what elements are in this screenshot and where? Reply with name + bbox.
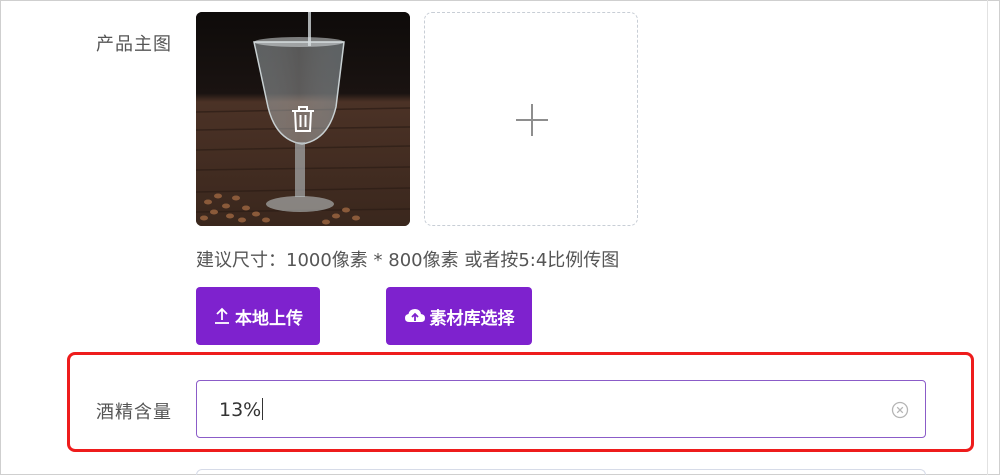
main-image-label: 产品主图 xyxy=(96,34,172,55)
local-upload-label: 本地上传 xyxy=(235,308,303,329)
material-library-label: 素材库选择 xyxy=(429,308,515,329)
main-image-thumbnail[interactable] xyxy=(196,12,410,226)
divider xyxy=(987,0,988,475)
add-image-button[interactable] xyxy=(424,12,638,226)
clear-circle-icon[interactable] xyxy=(891,401,909,419)
material-library-button[interactable]: 素材库选择 xyxy=(386,287,532,345)
image-size-hint: 建议尺寸：1000像素 * 800像素 或者按5:4比例传图 xyxy=(196,250,620,271)
local-upload-button[interactable]: 本地上传 xyxy=(196,287,320,345)
next-field-edge xyxy=(196,469,926,475)
text-caret xyxy=(262,398,264,420)
alcohol-content-value[interactable]: 13% xyxy=(219,398,264,421)
plus-icon xyxy=(516,104,548,136)
trash-icon[interactable] xyxy=(287,103,319,135)
alcohol-content-input[interactable]: 13% xyxy=(196,380,926,438)
cloud-upload-icon xyxy=(404,309,425,322)
upload-icon xyxy=(215,307,229,324)
alcohol-content-label: 酒精含量 xyxy=(96,402,172,423)
